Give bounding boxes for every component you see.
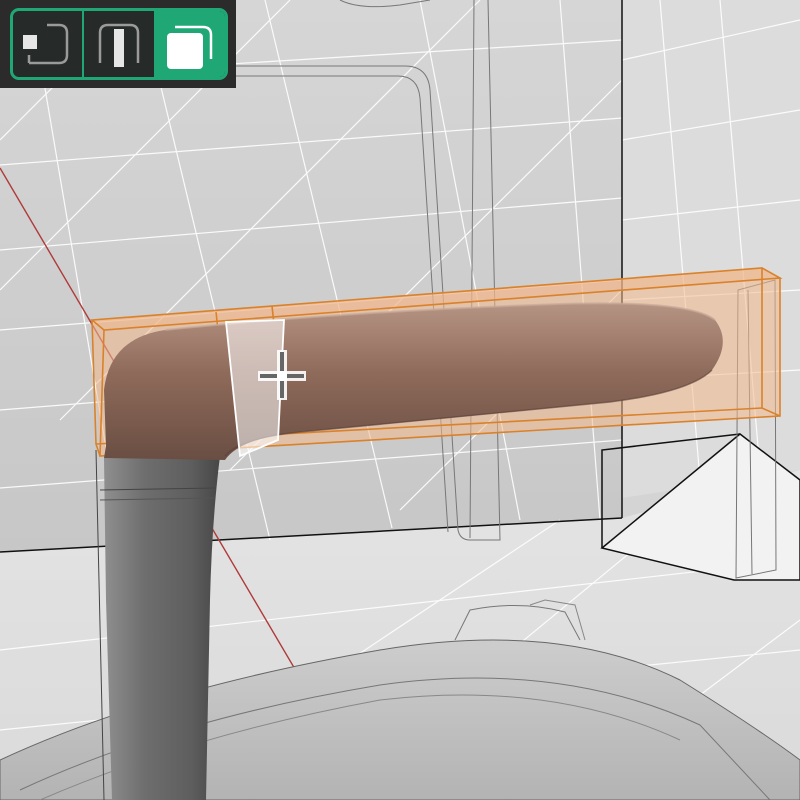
selection-mode-toolbar: [0, 0, 236, 88]
face-select-button[interactable]: [153, 11, 225, 77]
vertex-select-icon: [22, 23, 68, 65]
3d-viewport[interactable]: [0, 0, 800, 800]
edge-select-button[interactable]: [82, 11, 153, 77]
vertex-select-button[interactable]: [13, 11, 82, 77]
selection-mode-group: [10, 8, 228, 80]
face-select-icon: [167, 25, 213, 69]
edge-select-icon: [98, 23, 140, 67]
armrest-leg: [95, 449, 220, 800]
